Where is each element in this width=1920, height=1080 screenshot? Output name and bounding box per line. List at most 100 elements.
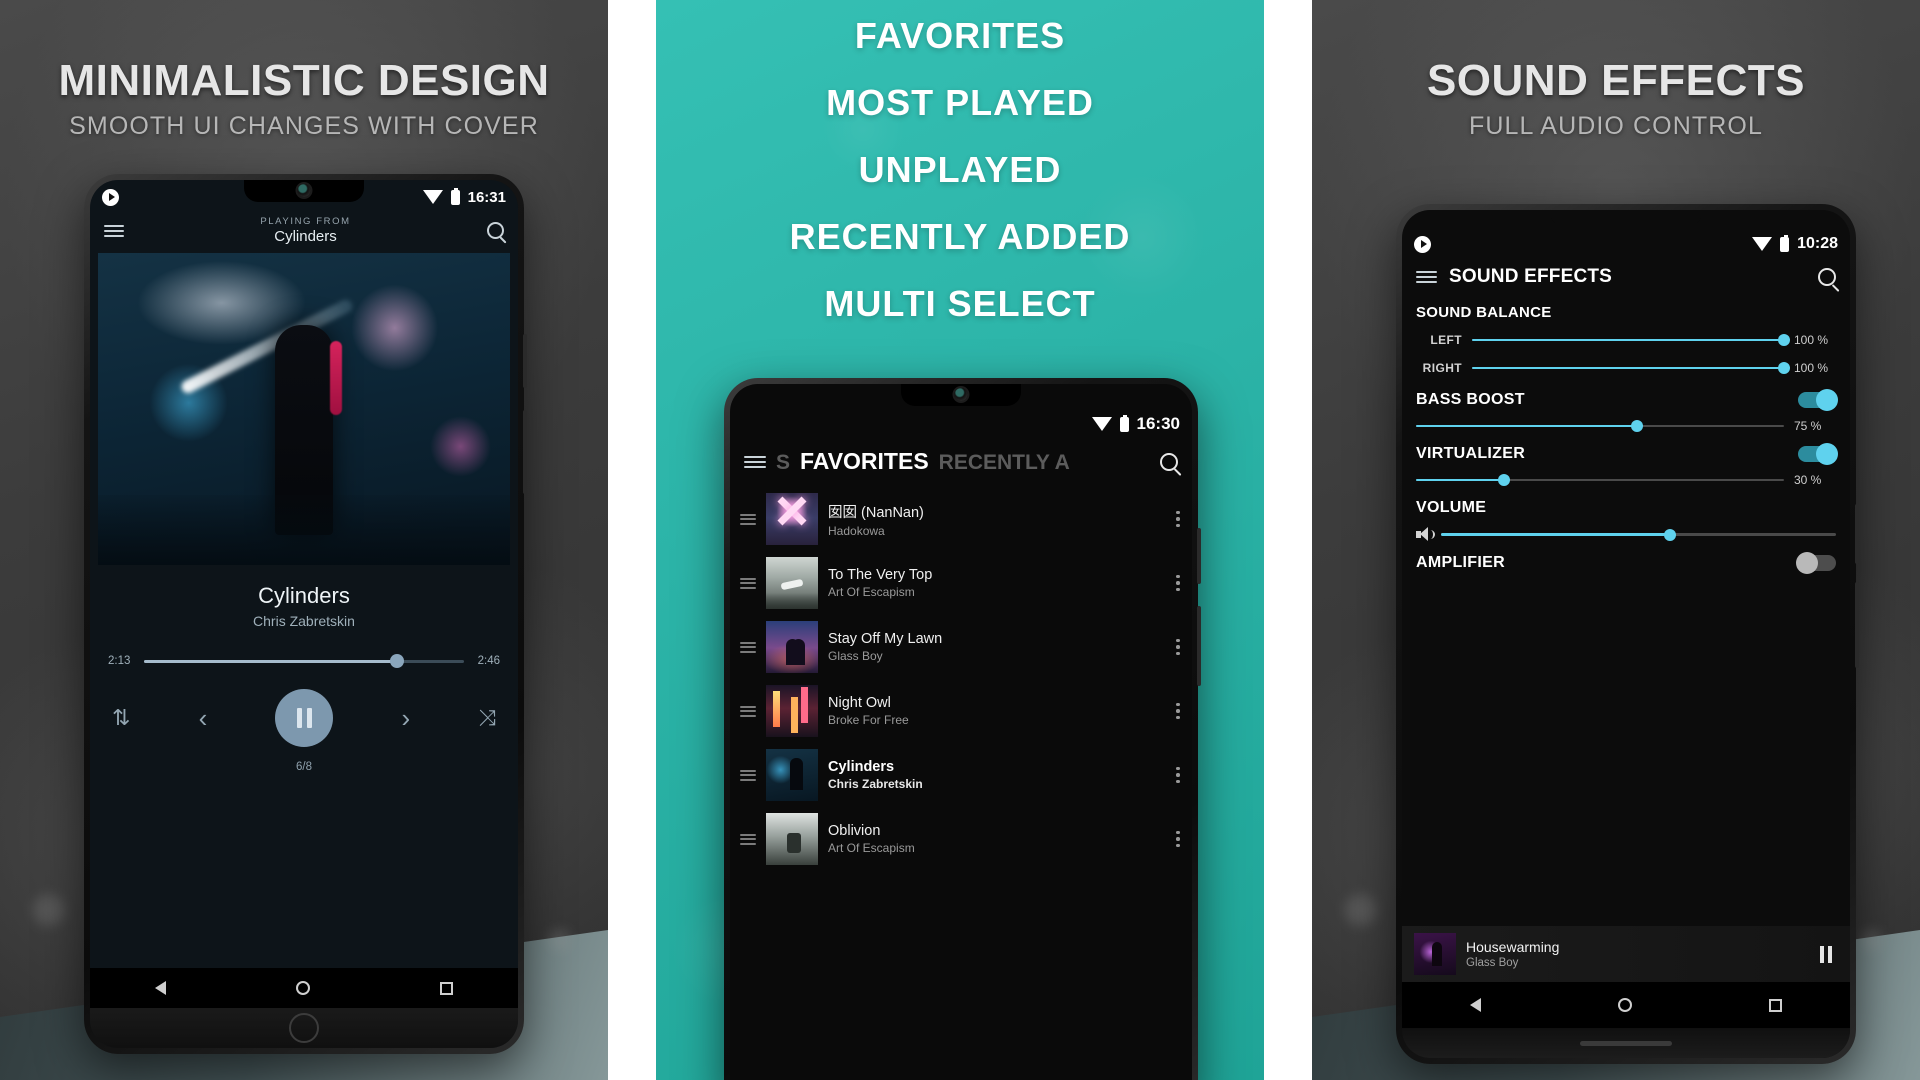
- drag-handle-icon[interactable]: [740, 513, 756, 525]
- nav-home-icon[interactable]: [1617, 998, 1632, 1012]
- nav-recents-icon[interactable]: [1768, 998, 1782, 1012]
- previous-track-icon[interactable]: ‹: [199, 705, 208, 731]
- overflow-menu-icon[interactable]: [1176, 574, 1180, 592]
- phone-volume-button[interactable]: [1855, 504, 1859, 564]
- search-icon[interactable]: [487, 222, 504, 239]
- seek-knob[interactable]: [389, 654, 404, 668]
- nav-home-icon[interactable]: [296, 981, 310, 995]
- slider-knob[interactable]: [1778, 362, 1790, 374]
- status-bar-left: [1414, 235, 1752, 253]
- repeat-icon[interactable]: ⇅: [112, 707, 130, 729]
- search-icon[interactable]: [1818, 268, 1836, 286]
- drag-handle-icon[interactable]: [740, 833, 756, 845]
- balance-right-slider[interactable]: [1472, 362, 1790, 374]
- song-row[interactable]: Oblivion Art Of Escapism: [730, 807, 1192, 871]
- slider-knob[interactable]: [1498, 474, 1511, 486]
- mini-player-title: Housewarming: [1466, 939, 1560, 955]
- song-title: To The Very Top: [828, 567, 933, 583]
- speaker-cone: [1420, 527, 1428, 541]
- search-icon[interactable]: [1160, 452, 1178, 471]
- phone-screen: 16:31 PLAYING FROM Cylinders Cylinders C…: [90, 180, 518, 1048]
- slider-knob[interactable]: [1664, 528, 1677, 541]
- next-track-icon[interactable]: ›: [402, 705, 411, 731]
- amplifier-toggle[interactable]: [1796, 552, 1836, 574]
- stage-floor: [98, 495, 510, 565]
- album-art: [766, 685, 818, 737]
- shuffle-icon[interactable]: ⤨: [478, 707, 496, 729]
- virtualizer-toggle[interactable]: [1798, 443, 1838, 465]
- play-notification-icon: [102, 188, 119, 206]
- feature-list-item-4: MULTI SELECT: [824, 283, 1096, 324]
- status-clock: 10:28: [1797, 235, 1838, 252]
- slider-fill: [1416, 424, 1637, 428]
- song-title: Stay Off My Lawn: [828, 631, 943, 647]
- song-meta: Cylinders Chris Zabretskin: [828, 759, 1166, 791]
- now-playing-meta: Cylinders Chris Zabretskin: [90, 565, 518, 629]
- phone-power-button[interactable]: [1855, 582, 1859, 668]
- nav-back-icon[interactable]: [1470, 998, 1482, 1012]
- song-row[interactable]: To The Very Top Art Of Escapism: [730, 551, 1192, 615]
- virtualizer-slider[interactable]: [1416, 474, 1784, 486]
- battery-icon: [450, 187, 460, 205]
- balance-left-slider[interactable]: [1472, 334, 1790, 346]
- mini-player[interactable]: Housewarming Glass Boy: [1402, 926, 1850, 982]
- amplifier-label: AMPLIFIER: [1416, 554, 1505, 571]
- play-pause-button[interactable]: [275, 689, 334, 747]
- phone-power-button[interactable]: [523, 410, 527, 494]
- slider-knob[interactable]: [1778, 334, 1790, 346]
- drag-handle-icon[interactable]: [740, 577, 756, 589]
- song-artist: Chris Zabretskin: [828, 777, 923, 791]
- elapsed-time: 2:13: [108, 655, 131, 667]
- overflow-menu-icon[interactable]: [1176, 510, 1180, 528]
- hamburger-menu-icon[interactable]: [744, 455, 766, 468]
- nav-recents-icon[interactable]: [440, 981, 453, 995]
- nav-back-icon[interactable]: [155, 981, 166, 995]
- tab-recently-added[interactable]: RECENTLY A: [939, 451, 1070, 475]
- playlist-tabs: S FAVORITES RECENTLY A: [776, 448, 1150, 475]
- bass-boost-slider[interactable]: [1416, 420, 1784, 432]
- panel-divider-1: [608, 0, 656, 1080]
- overflow-menu-icon[interactable]: [1176, 638, 1180, 656]
- hamburger-menu-icon[interactable]: [1416, 271, 1437, 283]
- tab-favorites[interactable]: FAVORITES: [800, 448, 929, 475]
- song-row[interactable]: Night Owl Broke For Free: [730, 679, 1192, 743]
- status-clock: 16:31: [467, 188, 506, 206]
- now-playing-title: Cylinders: [258, 583, 350, 608]
- status-bar-right: 10:28: [1752, 234, 1838, 253]
- phone-chin: [90, 1008, 518, 1048]
- slider-knob[interactable]: [1630, 420, 1643, 432]
- feature-list: FAVORITES MOST PLAYED UNPLAYED RECENTLY ADD…: [656, 18, 1264, 353]
- phone-volume-button[interactable]: [523, 334, 527, 388]
- drag-handle-icon[interactable]: [740, 641, 756, 653]
- phone-speaker-slot: [1551, 210, 1701, 224]
- seek-slider[interactable]: [144, 654, 464, 668]
- mini-player-pause-button[interactable]: [1820, 945, 1838, 963]
- song-row[interactable]: Cylinders Chris Zabretskin: [730, 743, 1192, 807]
- tab-previous[interactable]: S: [776, 451, 790, 475]
- panel-3-headline: SOUND EFFECTS: [1426, 56, 1806, 105]
- bass-boost-toggle[interactable]: [1798, 389, 1838, 411]
- sound-effects-screen: 10:28 SOUND EFFECTS SOUND BALANCE LEFT 1…: [1402, 210, 1850, 1058]
- song-row[interactable]: 囡囡 (NanNan) Hadokowa: [730, 487, 1192, 551]
- volume-header: VOLUME: [1402, 487, 1850, 517]
- front-camera-icon: [954, 388, 968, 401]
- slider-fill: [1441, 533, 1671, 536]
- home-button[interactable]: [289, 1013, 319, 1043]
- drag-handle-icon[interactable]: [740, 769, 756, 781]
- phone-power-button[interactable]: [1197, 606, 1201, 686]
- drag-handle-icon[interactable]: [740, 705, 756, 717]
- overflow-menu-icon[interactable]: [1176, 702, 1180, 720]
- balance-left-value: 100 %: [1794, 333, 1829, 347]
- overflow-menu-icon[interactable]: [1176, 830, 1180, 848]
- panel-3-subhead: FULL AUDIO CONTROL: [1469, 112, 1763, 140]
- phone-volume-button[interactable]: [1197, 528, 1201, 584]
- volume-slider[interactable]: [1441, 528, 1836, 541]
- hamburger-menu-icon[interactable]: [104, 224, 124, 237]
- song-row[interactable]: Stay Off My Lawn Glass Boy: [730, 615, 1192, 679]
- balance-right-row: RIGHT 100 %: [1402, 351, 1850, 379]
- speaker-icon[interactable]: [1416, 527, 1435, 542]
- pause-icon: [296, 708, 312, 728]
- status-bar-right: 16:30: [1091, 414, 1180, 434]
- phone-body: 16:30 S FAVORITES RECENTLY A 囡囡 (NanNan)…: [724, 378, 1201, 1080]
- overflow-menu-icon[interactable]: [1176, 766, 1180, 784]
